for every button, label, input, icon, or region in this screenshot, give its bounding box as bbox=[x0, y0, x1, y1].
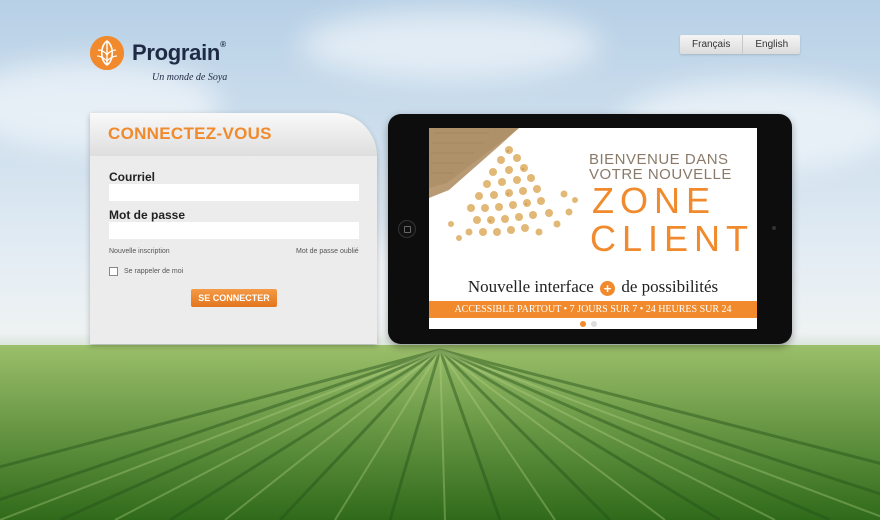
promo-tagline: Nouvelle interface + de possibilités bbox=[467, 277, 719, 296]
new-account-link[interactable]: Nouvelle inscription bbox=[109, 248, 170, 255]
login-submit-button[interactable]: SE CONNECTER bbox=[191, 289, 277, 307]
language-english-button[interactable]: English bbox=[743, 35, 801, 54]
soy-leaf-logo-icon bbox=[90, 36, 124, 70]
email-field[interactable] bbox=[109, 184, 359, 201]
email-label: Courriel bbox=[109, 170, 156, 184]
password-label: Mot de passe bbox=[109, 208, 186, 222]
password-field[interactable] bbox=[109, 222, 359, 239]
login-title: CONNECTEZ-VOUS bbox=[108, 124, 272, 143]
promo-client-word: CLIENT bbox=[590, 218, 755, 259]
plus-icon: + bbox=[600, 281, 616, 296]
promo-zone-word: ZONE bbox=[592, 180, 717, 221]
soybean-sack-image bbox=[429, 128, 578, 241]
remember-me-row[interactable]: Se rappeler de moi bbox=[109, 267, 183, 276]
camera-dot-icon bbox=[772, 226, 776, 230]
login-panel-header: CONNECTEZ-VOUS bbox=[90, 113, 377, 156]
language-switcher: Français English bbox=[680, 35, 801, 54]
carousel-dot-1[interactable] bbox=[580, 321, 586, 327]
brand-name: Prograin® bbox=[132, 40, 226, 65]
carousel-dots bbox=[580, 321, 602, 327]
promo-availability-band: ACCESSIBLE PARTOUT • 7 JOURS SUR 7 • 24 … bbox=[429, 301, 757, 318]
remember-me-checkbox[interactable] bbox=[109, 267, 118, 276]
language-french-button[interactable]: Français bbox=[680, 35, 744, 54]
brand-logo[interactable]: Prograin® Un monde de Soya bbox=[90, 36, 250, 86]
carousel-dot-2[interactable] bbox=[591, 321, 597, 327]
promo-banner[interactable]: BIENVENUE DANS VOTRE NOUVELLE ZONE CLIEN… bbox=[429, 128, 757, 329]
remember-me-label: Se rappeler de moi bbox=[124, 268, 184, 275]
brand-tagline: Un monde de Soya bbox=[152, 72, 228, 83]
forgot-password-link[interactable]: Mot de passe oublié bbox=[296, 248, 359, 255]
login-panel: CONNECTEZ-VOUS Courriel Mot de passe Nou… bbox=[90, 113, 377, 344]
crop-field-background bbox=[0, 345, 880, 520]
home-button-icon bbox=[398, 220, 416, 238]
cloud-decoration bbox=[300, 10, 600, 80]
tablet-promo: BIENVENUE DANS VOTRE NOUVELLE ZONE CLIEN… bbox=[388, 114, 792, 344]
